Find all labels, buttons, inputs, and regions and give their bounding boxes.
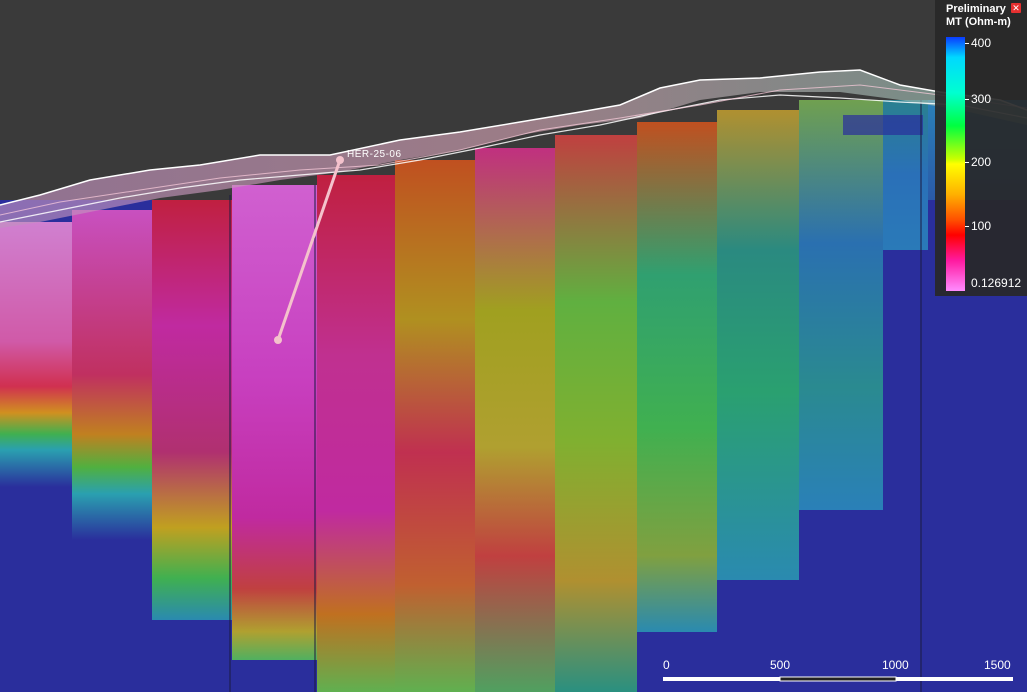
legend-tick-200: 200 [971,155,992,169]
scale-label-0: 0 [663,658,670,672]
legend-tick-400: 400 [971,36,992,50]
legend-tick-mark [965,226,969,227]
legend-tick-mark [965,162,969,163]
scale-label-1000: 1000 [882,658,909,672]
color-legend: Preliminary MT (Ohm-m) ✕ 400 300 200 100… [935,0,1027,296]
legend-title-line2: MT (Ohm-m) [946,16,1011,28]
legend-tick-100: 100 [971,219,992,233]
scale-bar [663,676,1013,682]
3d-viewport[interactable]: HER-25-06 0 500 1000 1500 Preliminary MT… [0,0,1027,692]
scale-label-1500: 1500 [984,658,1011,672]
legend-tick-mark [965,99,969,100]
legend-color-ramp [946,37,965,291]
drillhole-label: HER-25-06 [347,149,402,160]
close-icon[interactable]: ✕ [1011,3,1021,13]
legend-tick-mark [965,43,969,44]
legend-tick-300: 300 [971,92,992,106]
legend-title: Preliminary MT (Ohm-m) [946,3,1011,29]
legend-tick-min: 0.126912 [971,276,1022,290]
mt-resistivity-section [0,69,1027,692]
legend-title-line1: Preliminary [946,3,1006,15]
scale-label-500: 500 [770,658,791,672]
